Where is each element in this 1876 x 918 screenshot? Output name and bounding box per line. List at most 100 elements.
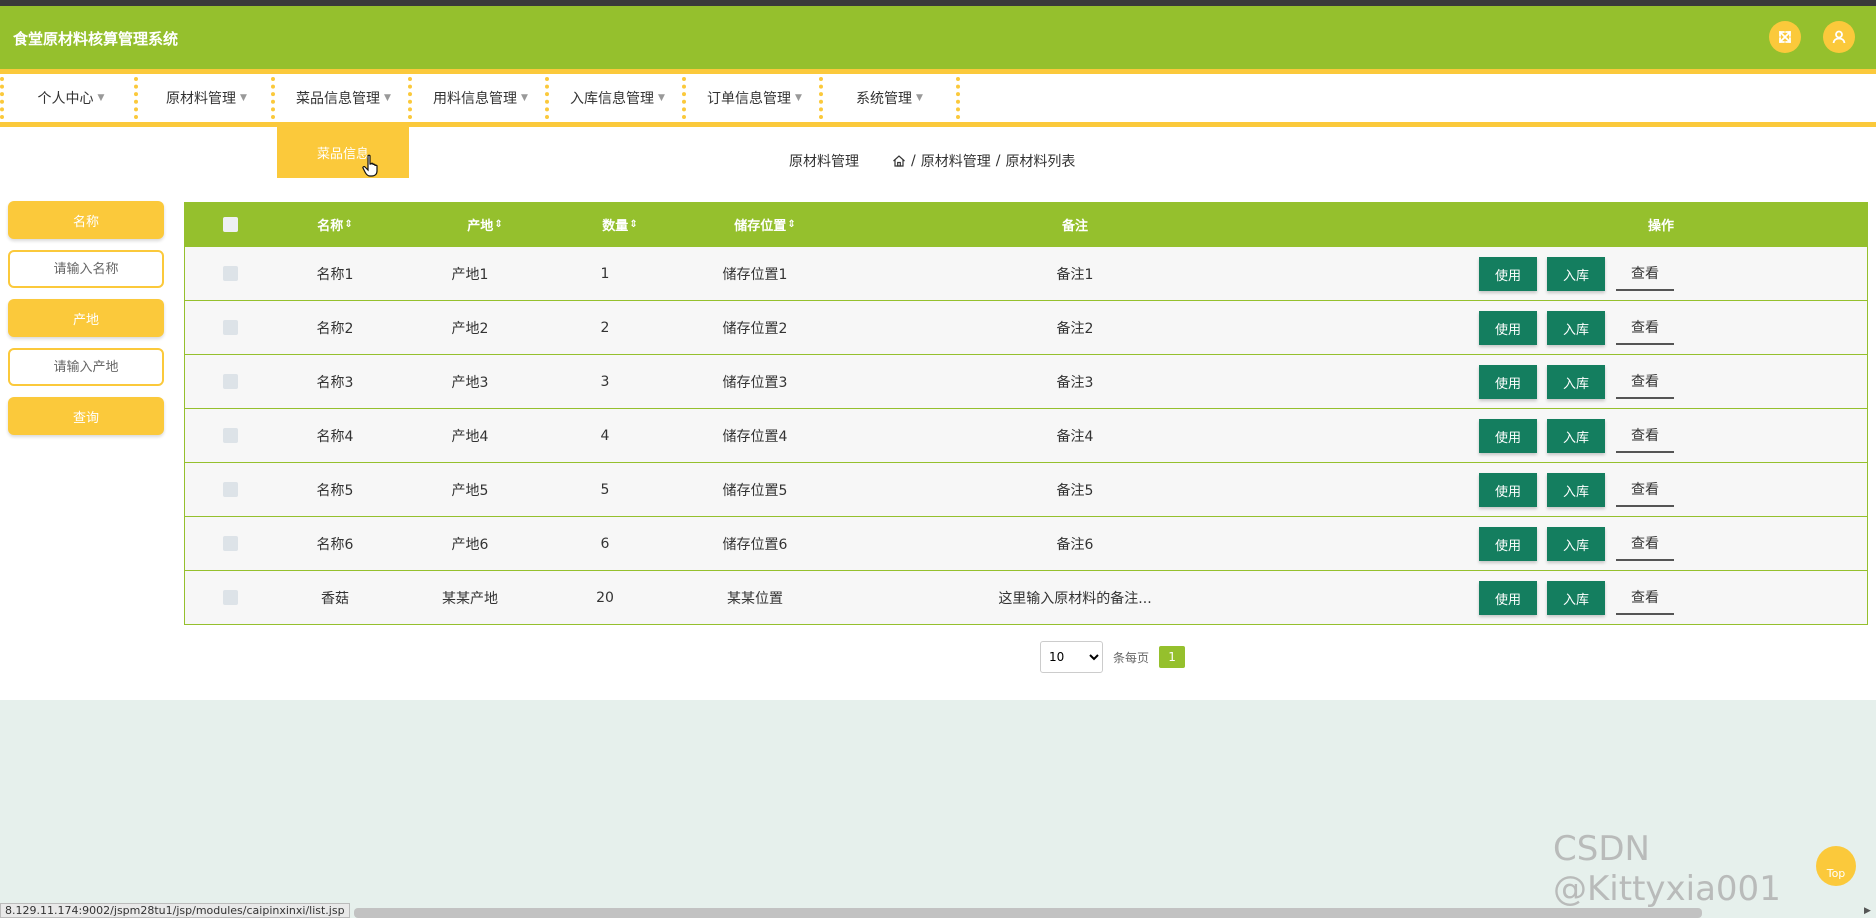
nav-dish-management[interactable]: 菜品信息管理 ▼: [271, 77, 412, 119]
use-button[interactable]: 使用: [1479, 419, 1537, 453]
row-select-cell: [185, 355, 275, 408]
cell-name: 香菇: [321, 590, 349, 607]
origin-search-input[interactable]: [8, 348, 164, 386]
cell-name: 名称2: [316, 320, 354, 337]
nav-label: 入库信息管理: [570, 91, 655, 107]
use-button[interactable]: 使用: [1479, 311, 1537, 345]
sort-icon: ⇕: [344, 219, 353, 230]
column-header-location[interactable]: 储存位置 ⇕: [690, 203, 840, 246]
stock-in-button[interactable]: 入库: [1547, 365, 1605, 399]
header-label: 数量: [602, 219, 629, 234]
breadcrumb-item[interactable]: 原材料管理: [921, 151, 991, 171]
stock-in-button[interactable]: 入库: [1547, 473, 1605, 507]
search-button[interactable]: 查询: [8, 397, 164, 435]
cell-note: 备注3: [1056, 374, 1094, 391]
cell-quantity: 20: [596, 589, 614, 606]
use-button[interactable]: 使用: [1479, 365, 1537, 399]
nav-stock-in-management[interactable]: 入库信息管理 ▼: [545, 77, 686, 119]
home-icon[interactable]: [892, 154, 906, 168]
name-label-button: 名称: [8, 201, 164, 239]
column-header-origin[interactable]: 产地 ⇕: [425, 203, 545, 246]
cell-location: 储存位置1: [722, 266, 788, 283]
select-all-cell: [185, 203, 275, 246]
header-label: 名称: [317, 219, 344, 234]
use-button[interactable]: 使用: [1479, 473, 1537, 507]
nav-usage-management[interactable]: 用料信息管理 ▼: [408, 77, 549, 119]
dropdown-item-dish-info[interactable]: 菜品信息: [277, 126, 409, 178]
caret-down-icon: ▼: [795, 93, 802, 103]
page-size-select[interactable]: 10: [1040, 641, 1103, 673]
row-select-cell: [185, 517, 275, 570]
cell-quantity: 1: [600, 265, 610, 282]
use-button[interactable]: 使用: [1479, 581, 1537, 615]
table-body: 名称1 产地1 1 储存位置1 备注1 使用 入库 查看 名称2 产地2 2 储存位置2 备注2 使用 入库…: [185, 246, 1867, 624]
breadcrumb-item: 原材料列表: [1005, 154, 1076, 170]
breadcrumb-separator: /: [911, 153, 916, 169]
view-button[interactable]: 查看: [1616, 527, 1674, 561]
cell-origin: 产地1: [451, 266, 489, 283]
nav-material-management[interactable]: 原材料管理 ▼: [134, 77, 275, 119]
horizontal-scrollbar[interactable]: [354, 908, 1702, 918]
cell-location: 储存位置4: [722, 428, 788, 445]
column-header-name[interactable]: 名称 ⇕: [275, 203, 395, 246]
table-row: 名称5 产地5 5 储存位置5 备注5 使用 入库 查看: [185, 462, 1867, 516]
caret-down-icon: ▼: [384, 93, 391, 103]
caret-down-icon: ▼: [240, 93, 247, 103]
cell-note: 备注6: [1056, 536, 1094, 553]
stock-in-button[interactable]: 入库: [1547, 581, 1605, 615]
header-label: 储存位置: [734, 219, 787, 234]
cell-origin: 产地6: [451, 536, 489, 553]
cell-note: 备注4: [1056, 428, 1094, 445]
table-row: 名称6 产地6 6 储存位置6 备注6 使用 入库 查看: [185, 516, 1867, 570]
status-url: 8.129.11.174:9002/jspm28tu1/jsp/modules/…: [0, 903, 350, 918]
use-button[interactable]: 使用: [1479, 527, 1537, 561]
scroll-right-arrow-icon[interactable]: ▶: [1864, 906, 1871, 916]
table-row: 香菇 某某产地 20 某某位置 这里输入原材料的备注... 使用 入库 查看: [185, 570, 1867, 624]
table-row: 名称1 产地1 1 储存位置1 备注1 使用 入库 查看: [185, 246, 1867, 300]
use-button[interactable]: 使用: [1479, 257, 1537, 291]
nav-order-management[interactable]: 订单信息管理 ▼: [682, 77, 823, 119]
row-checkbox[interactable]: [222, 266, 238, 281]
pagination: 10 条每页 1: [1040, 641, 1186, 673]
row-checkbox[interactable]: [222, 482, 238, 497]
stock-in-button[interactable]: 入库: [1547, 419, 1605, 453]
cell-quantity: 2: [600, 319, 610, 336]
row-checkbox[interactable]: [222, 590, 238, 605]
fullscreen-icon[interactable]: [1769, 21, 1801, 53]
page-number-current[interactable]: 1: [1159, 646, 1186, 668]
name-search-input[interactable]: [8, 250, 164, 288]
caret-down-icon: ▼: [521, 93, 528, 103]
cell-origin: 产地5: [451, 482, 489, 499]
nav-personal-center[interactable]: 个人中心 ▼: [0, 77, 138, 119]
view-button[interactable]: 查看: [1616, 419, 1674, 453]
stock-in-button[interactable]: 入库: [1547, 257, 1605, 291]
cell-origin: 某某产地: [442, 590, 498, 607]
row-checkbox[interactable]: [222, 320, 238, 335]
page-title: 原材料管理: [789, 154, 859, 170]
origin-label-button: 产地: [8, 299, 164, 337]
view-button[interactable]: 查看: [1616, 473, 1674, 507]
header-label: 产地: [467, 219, 494, 234]
page-size-unit: 条每页: [1113, 650, 1150, 665]
cell-quantity: 5: [600, 481, 610, 498]
row-checkbox[interactable]: [222, 374, 238, 389]
cell-note: 这里输入原材料的备注...: [998, 590, 1152, 607]
view-button[interactable]: 查看: [1616, 365, 1674, 399]
stock-in-button[interactable]: 入库: [1547, 527, 1605, 561]
view-button[interactable]: 查看: [1616, 257, 1674, 291]
select-all-checkbox[interactable]: [222, 217, 238, 232]
user-icon[interactable]: [1823, 21, 1855, 53]
cell-location: 储存位置2: [722, 320, 788, 337]
row-checkbox[interactable]: [222, 536, 238, 551]
app-title: 食堂原材料核算管理系统: [13, 30, 179, 48]
nav-label: 原材料管理: [166, 91, 237, 107]
back-to-top-button[interactable]: Top: [1816, 846, 1856, 886]
row-select-cell: [185, 409, 275, 462]
column-header-quantity[interactable]: 数量 ⇕: [560, 203, 680, 246]
view-button[interactable]: 查看: [1616, 581, 1674, 615]
nav-system-management[interactable]: 系统管理 ▼: [819, 77, 960, 119]
stock-in-button[interactable]: 入库: [1547, 311, 1605, 345]
cell-quantity: 6: [600, 535, 610, 552]
row-checkbox[interactable]: [222, 428, 238, 443]
view-button[interactable]: 查看: [1616, 311, 1674, 345]
